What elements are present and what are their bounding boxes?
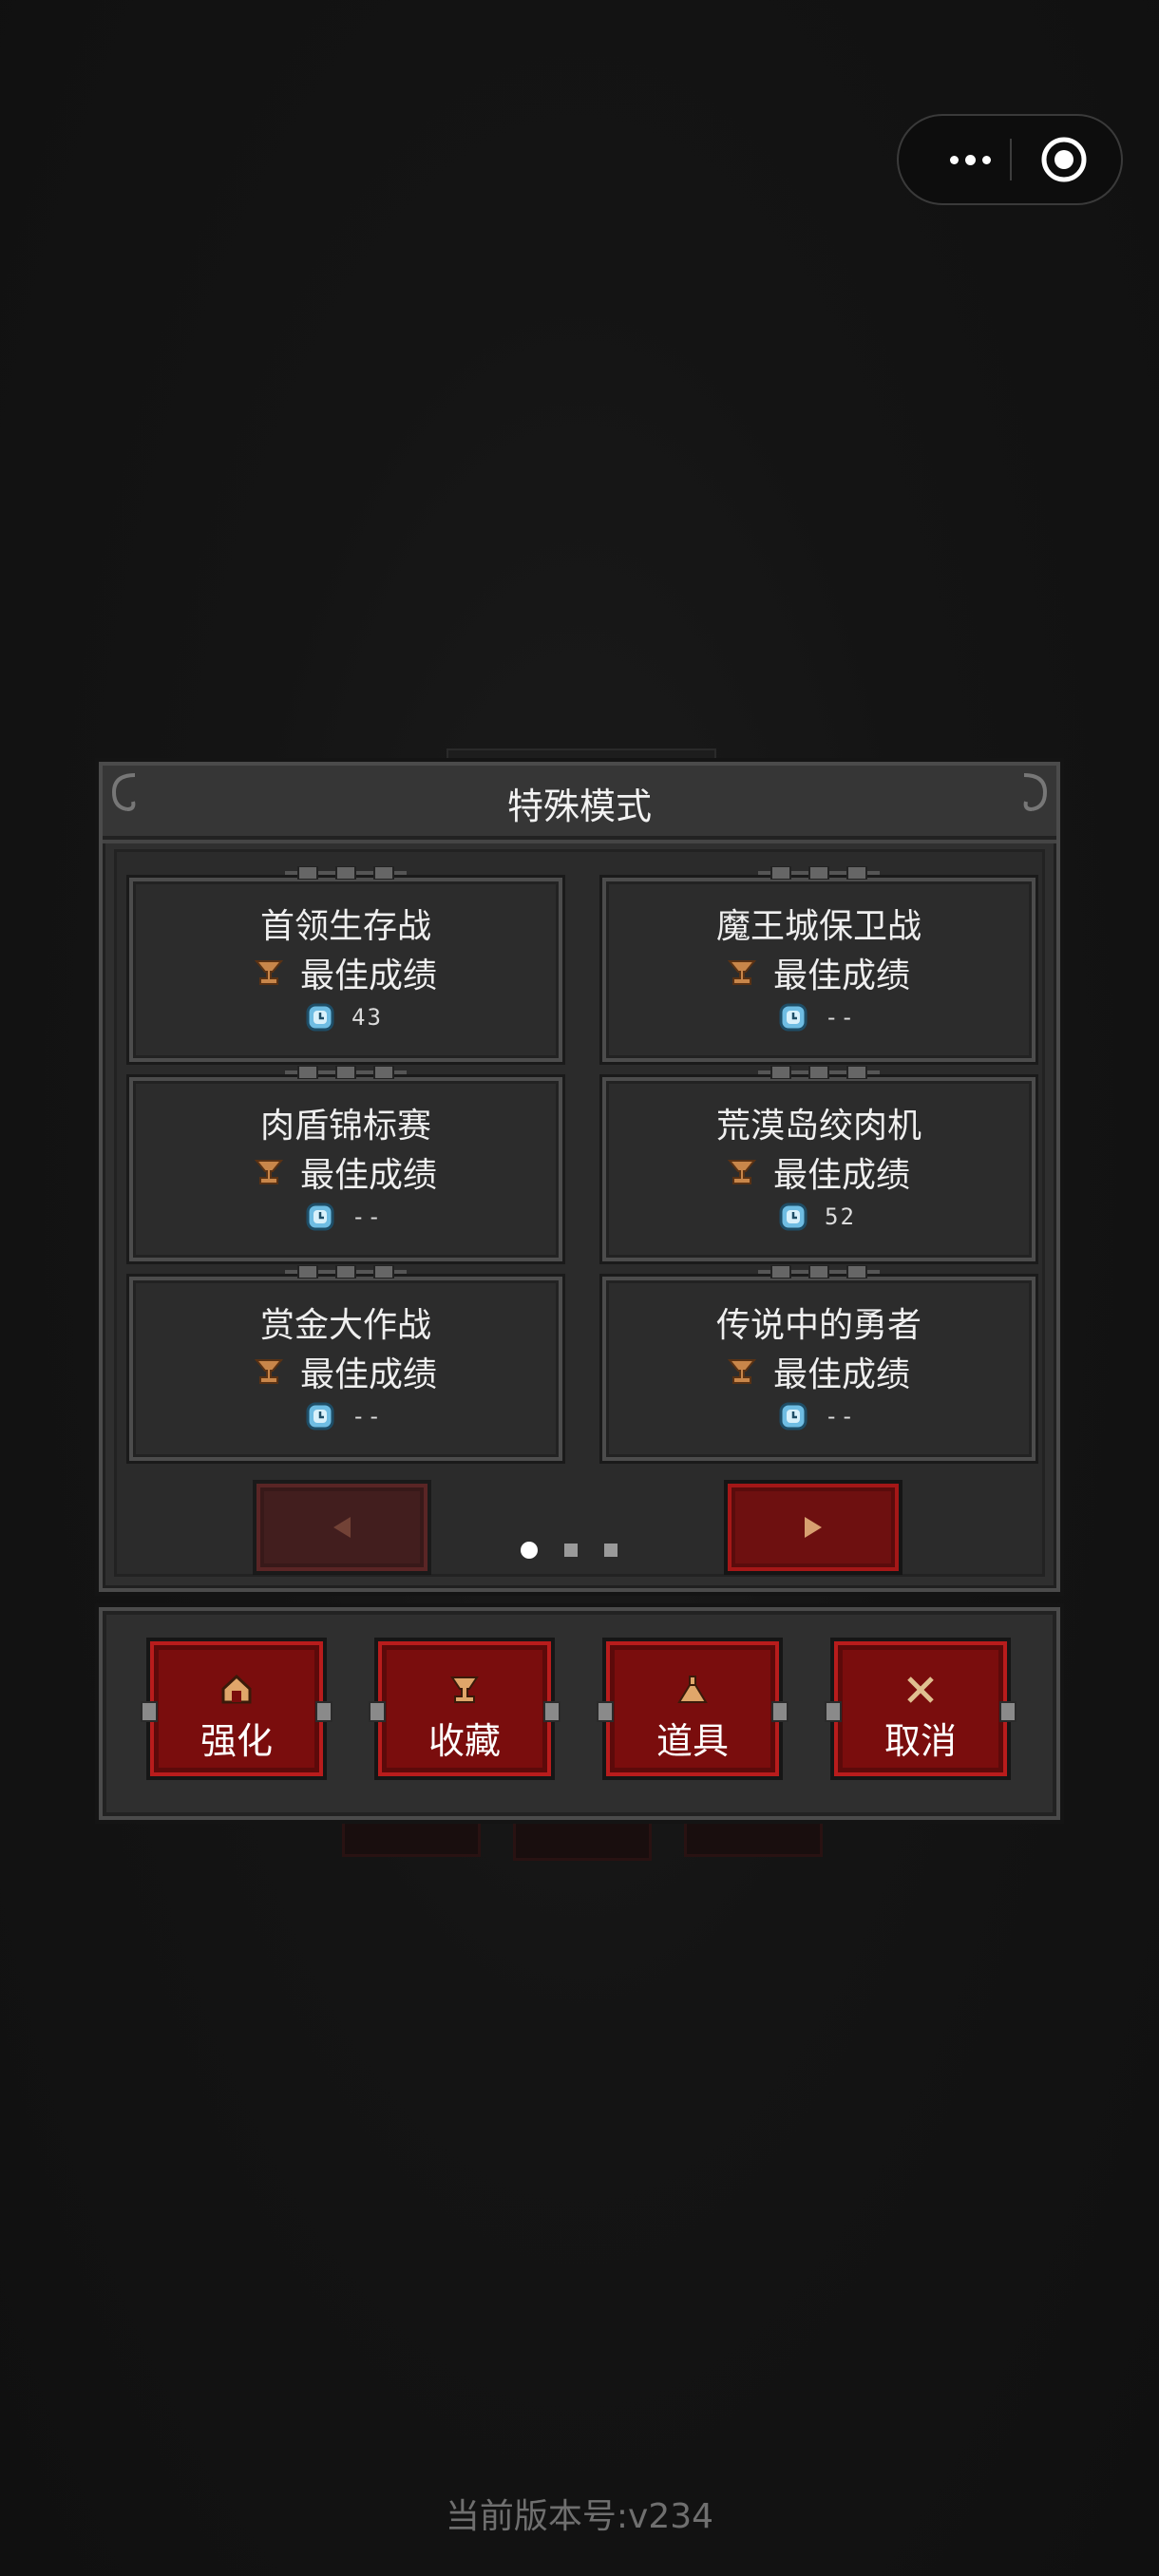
card-hinge-icon <box>285 1265 407 1279</box>
trophy-icon <box>727 1359 756 1384</box>
trophy-icon <box>727 960 756 985</box>
best-record-label: 最佳成绩 <box>772 1355 910 1394</box>
trophy-icon <box>254 960 283 985</box>
card-hinge-icon <box>758 1066 880 1079</box>
mode-card[interactable]: 荒漠岛绞肉机最佳成绩 52 <box>602 1066 1036 1261</box>
prev-page-button[interactable] <box>253 1480 431 1575</box>
capsule-divider <box>1010 139 1012 180</box>
cancel-button[interactable]: 取消 <box>825 1638 1016 1780</box>
trophy-icon <box>450 1676 479 1703</box>
best-record-row: 最佳成绩 <box>133 948 559 997</box>
mode-card[interactable]: 传说中的勇者最佳成绩 -- <box>602 1265 1036 1461</box>
mode-card[interactable]: 魔王城保卫战最佳成绩 -- <box>602 866 1036 1062</box>
best-record-label: 最佳成绩 <box>299 1156 437 1195</box>
clock-icon <box>779 1402 808 1430</box>
mode-card[interactable]: 赏金大作战最佳成绩 -- <box>129 1265 562 1461</box>
best-record-row: 最佳成绩 <box>606 1347 1032 1396</box>
card-hinge-icon <box>758 866 880 880</box>
button-hinge <box>315 1701 332 1722</box>
upgrade-button[interactable]: 强化 <box>141 1638 332 1780</box>
score-row: 52 <box>606 1203 1032 1231</box>
best-record-label: 最佳成绩 <box>299 1355 437 1394</box>
best-score-value: -- <box>352 1403 383 1430</box>
clock-icon <box>306 1203 334 1231</box>
mode-name: 传说中的勇者 <box>715 1306 922 1345</box>
best-score-value: 43 <box>352 1004 383 1031</box>
collection-label: 收藏 <box>428 1720 501 1762</box>
upgrade-label: 强化 <box>200 1720 273 1762</box>
cross-swords-icon <box>907 1676 934 1703</box>
score-row: -- <box>606 1402 1032 1430</box>
best-score-value: -- <box>825 1004 856 1031</box>
trophy-icon <box>727 1160 756 1184</box>
score-row: -- <box>606 1003 1032 1032</box>
card-hinge-icon <box>758 1265 880 1279</box>
best-record-label: 最佳成绩 <box>772 957 910 995</box>
mode-card[interactable]: 首领生存战最佳成绩 43 <box>129 866 562 1062</box>
arrow-left-icon <box>333 1517 351 1538</box>
button-hinge <box>999 1701 1016 1722</box>
card-hinge-icon <box>285 1066 407 1079</box>
button-hinge <box>543 1701 560 1722</box>
dialog-header: 特殊模式 <box>103 766 1056 843</box>
best-record-label: 最佳成绩 <box>299 957 437 995</box>
collection-button[interactable]: 收藏 <box>369 1638 560 1780</box>
miniprogram-capsule <box>897 114 1123 205</box>
more-dots-icon[interactable] <box>927 116 1013 203</box>
corner-ornament-icon <box>1023 773 1048 811</box>
card-hinge-icon <box>285 866 407 880</box>
clock-icon <box>779 1003 808 1032</box>
button-hinge <box>771 1701 788 1722</box>
arrow-right-icon <box>805 1517 822 1538</box>
clock-icon <box>306 1003 334 1032</box>
page-dot-active[interactable] <box>521 1542 538 1559</box>
upgrade-icon <box>221 1674 252 1704</box>
page-indicator <box>521 1542 618 1559</box>
best-score-value: -- <box>352 1203 383 1230</box>
mode-name: 肉盾锦标赛 <box>259 1107 431 1146</box>
score-row: -- <box>133 1203 559 1231</box>
potion-icon <box>677 1676 708 1703</box>
best-record-row: 最佳成绩 <box>606 1147 1032 1197</box>
clock-icon <box>779 1203 808 1231</box>
trophy-icon <box>254 1160 283 1184</box>
best-record-row: 最佳成绩 <box>133 1347 559 1396</box>
page-dot[interactable] <box>604 1544 618 1557</box>
next-page-button[interactable] <box>724 1480 902 1575</box>
mode-name: 首领生存战 <box>259 907 431 946</box>
clock-icon <box>306 1402 334 1430</box>
score-row: -- <box>133 1402 559 1430</box>
mode-card[interactable]: 肉盾锦标赛最佳成绩 -- <box>129 1066 562 1261</box>
best-score-value: -- <box>825 1403 856 1430</box>
best-record-label: 最佳成绩 <box>772 1156 910 1195</box>
version-text: 当前版本号:v234 <box>445 2497 714 2536</box>
items-button[interactable]: 道具 <box>597 1638 788 1780</box>
mode-name: 魔王城保卫战 <box>715 907 922 946</box>
target-circle-icon[interactable] <box>1039 135 1089 184</box>
mode-name: 赏金大作战 <box>259 1306 431 1345</box>
dialog-title: 特殊模式 <box>506 786 652 827</box>
cancel-label: 取消 <box>884 1720 957 1762</box>
score-row: 43 <box>133 1003 559 1032</box>
best-score-value: 52 <box>825 1203 856 1230</box>
best-record-row: 最佳成绩 <box>606 948 1032 997</box>
trophy-icon <box>254 1359 283 1384</box>
mode-name: 荒漠岛绞肉机 <box>715 1107 922 1146</box>
items-label: 道具 <box>656 1720 729 1762</box>
best-record-row: 最佳成绩 <box>133 1147 559 1197</box>
page-dot[interactable] <box>564 1544 578 1557</box>
